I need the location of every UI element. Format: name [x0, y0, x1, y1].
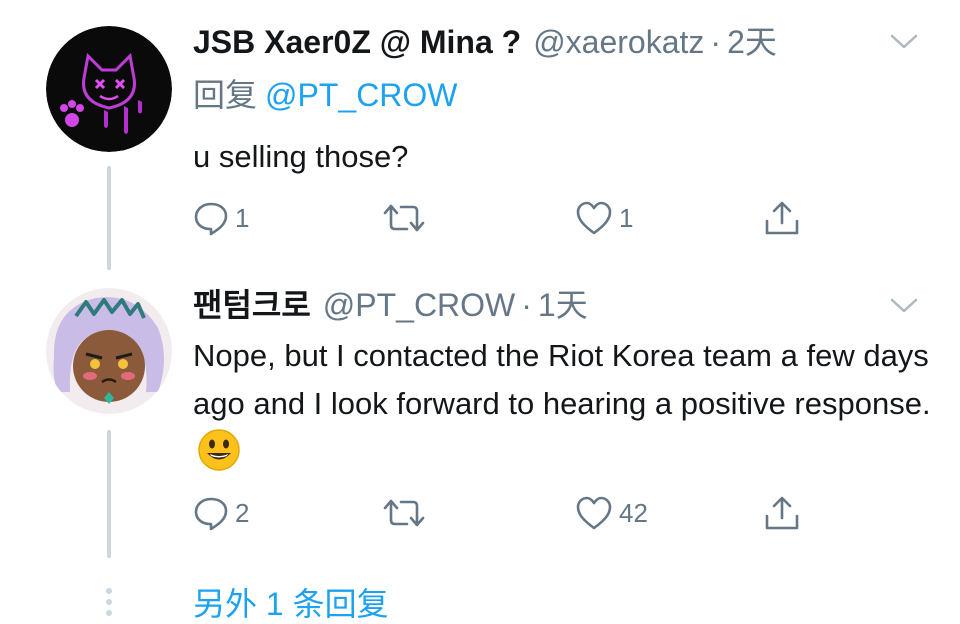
tweet1-text: u selling those? [193, 139, 409, 174]
share-upload-icon [765, 201, 799, 235]
show-more-replies-link[interactable]: 另外 1 条回复 [193, 584, 389, 624]
share-button[interactable] [763, 493, 801, 533]
retweet-arrows-icon [383, 499, 425, 527]
like-count: 42 [619, 497, 648, 528]
retweet-arrows-icon [383, 204, 425, 232]
thread-line [107, 430, 111, 558]
timestamp[interactable]: 1天 [538, 285, 588, 325]
user-handle[interactable]: @PT_CROW [323, 285, 515, 325]
share-upload-icon [765, 496, 799, 530]
reply-count: 2 [235, 497, 250, 528]
like-button[interactable]: 1 [575, 198, 633, 238]
heart-icon [576, 496, 612, 530]
like-button[interactable]: 42 [575, 493, 648, 533]
separator-dot: · [521, 287, 532, 323]
thread-line [107, 166, 111, 270]
display-name[interactable]: 팬텀크로 [193, 285, 311, 325]
tweet2-header: 팬텀크로 @PT_CROW · 1天 [193, 285, 920, 325]
chevron-down-icon[interactable] [886, 30, 922, 54]
tweet1-header: JSB Xaer0Z @ Mina ? @xaerokatz · 2天 [193, 22, 920, 62]
display-name[interactable]: JSB Xaer0Z @ Mina ? [193, 22, 521, 62]
reply-button[interactable]: 1 [193, 198, 249, 238]
avatar-xaerokatz[interactable] [46, 26, 172, 152]
chevron-down-icon[interactable] [886, 294, 922, 318]
speech-bubble-icon [194, 202, 228, 236]
thread-dots-icon [105, 588, 113, 621]
timestamp[interactable]: 2天 [727, 22, 777, 62]
reply-mention-link[interactable]: @PT_CROW [265, 77, 457, 113]
smiling-face-emoji [197, 428, 241, 472]
retweet-button[interactable] [383, 493, 431, 533]
speech-bubble-icon [194, 497, 228, 531]
tweet2-actions: 2 42 [193, 493, 813, 533]
tweet2-text: Nope, but I contacted the Riot Korea tea… [193, 332, 933, 476]
share-button[interactable] [763, 198, 801, 238]
avatar-pt-crow[interactable] [46, 288, 172, 414]
like-count: 1 [619, 202, 634, 233]
heart-icon [576, 201, 612, 235]
separator-dot: · [710, 24, 722, 60]
replying-to: 回复 @PT_CROW [193, 75, 458, 115]
retweet-button[interactable] [383, 198, 431, 238]
reply-button[interactable]: 2 [193, 493, 249, 533]
user-handle[interactable]: @xaerokatz [533, 22, 704, 62]
reply-prefix: 回复 [193, 77, 258, 113]
reply-count: 1 [235, 202, 250, 233]
tweet1-actions: 1 1 [193, 198, 813, 238]
tweet2-text-content: Nope, but I contacted the Riot Korea tea… [193, 338, 931, 421]
